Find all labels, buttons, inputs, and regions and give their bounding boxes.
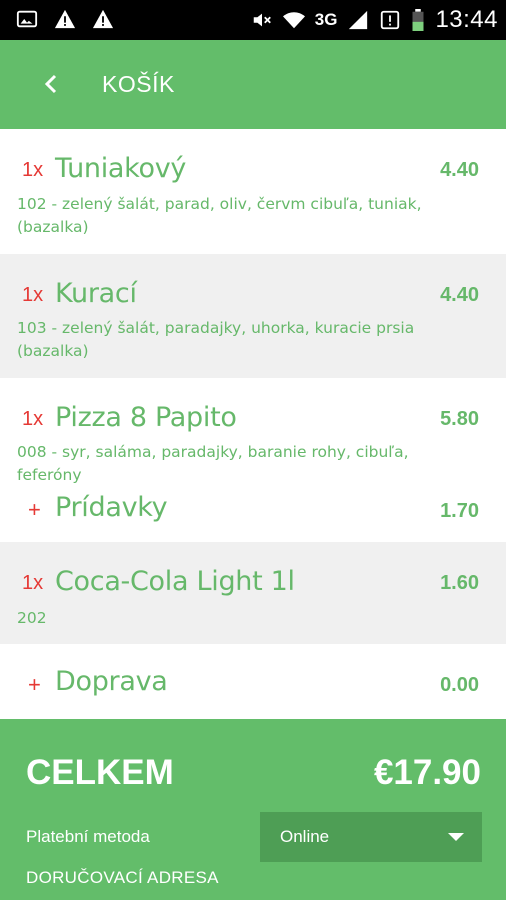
- payment-method-select[interactable]: Online: [260, 812, 482, 862]
- battery-icon: [412, 9, 424, 31]
- item-name: Pizza 8 Papito: [55, 402, 237, 433]
- mute-icon: [253, 13, 271, 27]
- cart-item[interactable]: 1x Coca-Cola Light 1l 1.60 202: [0, 542, 506, 644]
- status-bar: 3G 13:44: [0, 0, 506, 40]
- item-name: Tuniakový: [55, 153, 187, 184]
- item-name: Kurací: [55, 278, 137, 309]
- extra-plus-icon: +: [28, 497, 41, 522]
- delivery-address-label[interactable]: DORUČOVACÍ ADRESA: [26, 868, 219, 888]
- item-price: 1.60: [440, 572, 479, 594]
- payment-method-label: Platební metoda: [26, 827, 150, 846]
- network-label: 3G: [314, 10, 338, 29]
- cart-item[interactable]: 1x Pizza 8 Papito 5.80 008 - syr, saláma…: [0, 378, 506, 542]
- delivery-plus-icon: +: [28, 672, 41, 697]
- app-toolbar: KOŠÍK: [0, 40, 506, 129]
- item-price: 4.40: [440, 284, 479, 306]
- clock: 13:44: [435, 6, 498, 33]
- delivery-name: Doprava: [55, 666, 168, 697]
- item-name: Coca-Cola Light 1l: [55, 566, 295, 597]
- delivery-price: 0.00: [440, 674, 479, 696]
- image-icon: [16, 10, 38, 28]
- cart-item[interactable]: 1x Kurací 4.40 103 - zelený šalát, parad…: [0, 254, 506, 378]
- sim-alert-icon: [381, 10, 400, 30]
- dropdown-caret-icon: [448, 833, 464, 841]
- cart-item[interactable]: 1x Tuniakový 4.40 102 - zelený šalát, pa…: [0, 129, 506, 254]
- page-title: KOŠÍK: [102, 71, 175, 97]
- item-description: 202: [17, 609, 47, 627]
- item-quantity: 1x: [22, 284, 44, 306]
- item-description: 008 - syr, saláma, paradajky, baranie ro…: [17, 443, 409, 484]
- extra-name: Prídavky: [55, 492, 168, 523]
- total-label: CELKEM: [26, 753, 174, 792]
- delivery-row: + Doprava 0.00: [0, 644, 506, 719]
- warning-icon: [92, 9, 114, 29]
- payment-method-value: Online: [280, 827, 330, 846]
- item-description: 102 - zelený šalát, parad, oliv, červm c…: [17, 195, 422, 236]
- item-description: 103 - zelený šalát, paradajky, uhorka, k…: [17, 319, 415, 360]
- chevron-left-icon[interactable]: [36, 68, 68, 100]
- extra-price: 1.70: [440, 500, 479, 522]
- item-quantity: 1x: [22, 159, 44, 181]
- warning-icon: [54, 9, 76, 29]
- item-price: 5.80: [440, 408, 479, 430]
- item-price: 4.40: [440, 159, 479, 181]
- item-quantity: 1x: [22, 572, 44, 594]
- signal-icon: [349, 10, 368, 30]
- total-value: €17.90: [373, 753, 481, 792]
- item-quantity: 1x: [22, 408, 44, 430]
- wifi-icon: [282, 12, 305, 29]
